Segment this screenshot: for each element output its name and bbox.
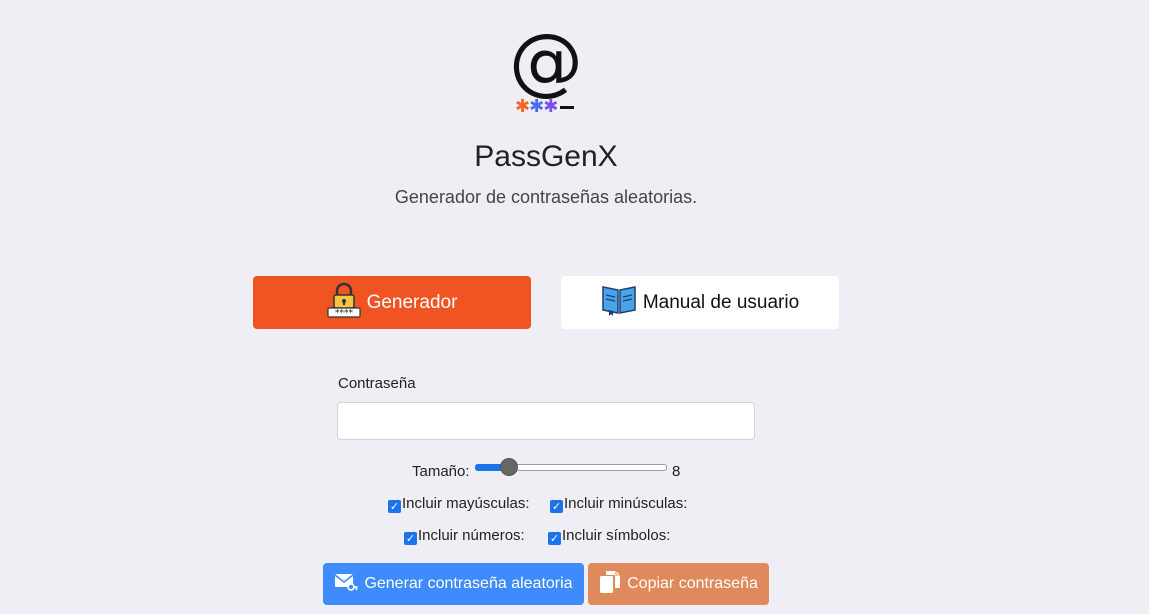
tab-generator[interactable]: **** Generador xyxy=(253,276,531,329)
svg-text:****: **** xyxy=(335,308,354,318)
padlock-password-icon: **** xyxy=(326,282,361,324)
size-slider[interactable] xyxy=(475,458,667,476)
copy-password-button[interactable]: Copiar contraseña xyxy=(588,563,769,605)
symbols-checkbox[interactable]: ✓ Incluir símbolos: xyxy=(548,527,671,545)
numbers-label: Incluir números: xyxy=(418,527,525,544)
generate-password-label: Generar contraseña aleatoria xyxy=(364,575,573,592)
copy-icon xyxy=(599,570,621,599)
symbols-label: Incluir símbolos: xyxy=(562,527,671,544)
password-stars-icon: ✱✱✱ xyxy=(515,96,575,117)
numbers-checkbox[interactable]: ✓ Incluir números: xyxy=(404,527,525,545)
mail-key-icon xyxy=(334,572,358,597)
tab-user-manual-label: Manual de usuario xyxy=(642,291,800,313)
generate-password-button[interactable]: Generar contraseña aleatoria xyxy=(323,563,584,605)
app-title: PassGenX xyxy=(474,140,618,173)
lowercase-label: Incluir minúsculas: xyxy=(564,495,688,512)
tab-user-manual[interactable]: Manual de usuario xyxy=(561,276,839,329)
size-label: Tamaño: xyxy=(412,463,470,480)
checkmark-icon[interactable]: ✓ xyxy=(404,532,417,545)
uppercase-checkbox[interactable]: ✓ Incluir mayúsculas: xyxy=(388,495,530,513)
password-field[interactable] xyxy=(337,402,755,440)
at-sign-icon: @ xyxy=(509,18,583,104)
uppercase-label: Incluir mayúsculas: xyxy=(402,495,530,512)
checkmark-icon[interactable]: ✓ xyxy=(548,532,561,545)
app-logo: @ ✱✱✱ xyxy=(509,18,585,117)
tab-generator-label: Generador xyxy=(366,291,458,313)
checkmark-icon[interactable]: ✓ xyxy=(550,500,563,513)
open-book-icon xyxy=(601,283,637,323)
copy-password-label: Copiar contraseña xyxy=(627,575,758,592)
checkmark-icon[interactable]: ✓ xyxy=(388,500,401,513)
app-subtitle: Generador de contraseñas aleatorias. xyxy=(394,187,698,207)
password-label: Contraseña xyxy=(338,375,416,392)
lowercase-checkbox[interactable]: ✓ Incluir minúsculas: xyxy=(550,495,688,513)
slider-thumb[interactable] xyxy=(499,458,518,476)
size-value: 8 xyxy=(672,463,681,480)
